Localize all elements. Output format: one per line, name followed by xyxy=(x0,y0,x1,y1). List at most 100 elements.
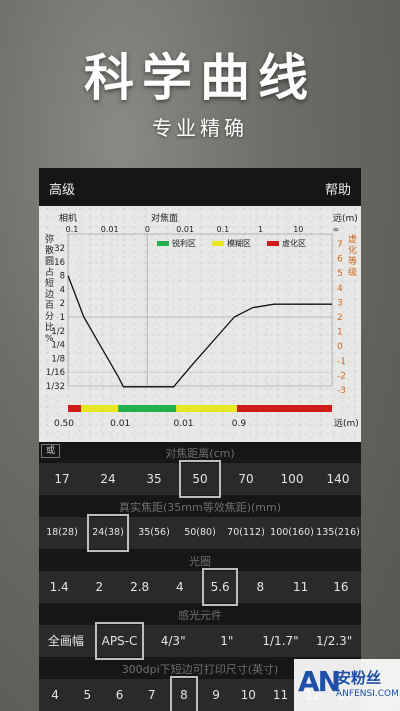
right-tick-label: 2 xyxy=(337,313,343,323)
focal-option[interactable]: 24(38) xyxy=(85,514,131,552)
right-tick-label: 4 xyxy=(337,284,343,294)
aperture-option[interactable]: 2.8 xyxy=(120,571,160,603)
bottom-tick-label: 0.50 xyxy=(54,419,74,429)
chart-svg: 相机 对焦面 远(m)0.1 0.01 0 0.01 0.1 1 10 ∞321684211/21… xyxy=(45,212,359,429)
right-tick-label: -3 xyxy=(337,386,346,396)
left-tick-label: 8 xyxy=(60,272,65,282)
focal-option[interactable]: 18(28) xyxy=(39,517,85,549)
right-tick-label: -2 xyxy=(337,371,346,381)
focus-distance-label: 对焦距离(cm) xyxy=(165,447,235,460)
left-ylabel-char: 比 xyxy=(45,321,54,333)
top-tick-label: 1 xyxy=(258,225,263,234)
top-tick-label: 0.01 xyxy=(176,225,194,234)
left-ylabel-char: 分 xyxy=(45,311,54,322)
sensor-option[interactable]: 全画幅 xyxy=(39,625,93,657)
focus-option[interactable]: 140 xyxy=(315,463,361,495)
advanced-button[interactable]: 高级 xyxy=(49,179,75,198)
right-ylabel-char: 等 xyxy=(348,255,357,267)
sensor-option[interactable]: 1/2.3" xyxy=(307,625,361,657)
sensor-label: 感光元件 xyxy=(178,609,222,622)
right-tick-label: 3 xyxy=(337,298,343,308)
top-tick-label: 0 xyxy=(145,225,150,234)
blur-curve xyxy=(67,275,332,388)
legend-label: 虚化区 xyxy=(282,238,306,248)
focus-option[interactable]: 70 xyxy=(223,463,269,495)
focus-option[interactable]: 17 xyxy=(39,463,85,495)
sensor-row: 全画幅 APS-C 4/3" 1" 1/1.7" 1/2.3" xyxy=(39,622,361,660)
left-ylabel-char: 弥 xyxy=(45,233,54,245)
right-tick-label: 7 xyxy=(337,240,343,250)
focus-option[interactable]: 24 xyxy=(85,463,131,495)
plot-frame xyxy=(67,233,333,387)
aperture-option[interactable]: 8 xyxy=(240,571,280,603)
right-tick-label: 0 xyxy=(337,342,343,352)
left-ylabel-char: % xyxy=(45,334,54,344)
legend-swatch xyxy=(157,241,169,246)
aperture-option[interactable]: 2 xyxy=(79,571,119,603)
left-tick-label: 4 xyxy=(60,285,65,295)
watermark-logo: AN 安粉丝 ANFENSI.COM xyxy=(294,659,400,711)
top-tick-label: ∞ xyxy=(333,225,340,234)
aperture-option[interactable]: 4 xyxy=(160,571,200,603)
focal-option[interactable]: 100(160) xyxy=(269,517,315,549)
focal-length-label: 真实焦距(35mm等效焦距)(mm) xyxy=(118,501,282,514)
legend-label: 锐利区 xyxy=(172,238,196,248)
left-tick-label: 1/16 xyxy=(46,368,65,378)
right-tick-label: 5 xyxy=(337,269,343,279)
focal-option[interactable]: 70(112) xyxy=(223,517,269,549)
left-ylabel-char: 百 xyxy=(45,300,54,311)
aperture-option[interactable]: 1.4 xyxy=(39,571,79,603)
aperture-option[interactable]: 5.6 xyxy=(200,568,240,606)
aperture-label: 光圈 xyxy=(189,555,211,568)
sensor-option[interactable]: APS-C xyxy=(93,622,147,660)
left-ylabel-char: 圆 xyxy=(45,256,54,267)
help-button[interactable]: 帮助 xyxy=(325,179,351,198)
print-option[interactable]: 11 xyxy=(264,679,296,711)
print-option[interactable]: 7 xyxy=(136,679,168,711)
right-tick-label: 1 xyxy=(337,328,343,338)
print-option[interactable]: 5 xyxy=(71,679,103,711)
bottom-tick-label: 0.01 xyxy=(110,419,130,429)
print-option[interactable]: 10 xyxy=(232,679,264,711)
aperture-option[interactable]: 16 xyxy=(321,571,361,603)
print-option[interactable]: 8 xyxy=(168,676,200,711)
sensor-option[interactable]: 1/1.7" xyxy=(254,625,308,657)
print-option[interactable]: 9 xyxy=(200,679,232,711)
sensor-option[interactable]: 4/3" xyxy=(146,625,200,657)
sensor-option[interactable]: 1" xyxy=(200,625,254,657)
hero-title: 科学曲线 xyxy=(84,49,316,107)
print-option[interactable]: 6 xyxy=(103,679,135,711)
zone-segment xyxy=(176,405,237,412)
right-ylabel-char: 虚 xyxy=(348,233,357,245)
watermark-an: AN xyxy=(298,665,341,698)
top-tick-label: 0.01 xyxy=(101,225,119,234)
legend-swatch xyxy=(212,241,224,246)
dof-chart: 相机 对焦面 远(m) 0.1 0.01 0 0.01 0.1 1 10 ∞ 32 16 8 4 2 1 1/2 1… xyxy=(39,206,361,442)
left-tick-label: 2 xyxy=(60,299,65,309)
zone-segment xyxy=(118,405,177,412)
focus-option[interactable]: 50 xyxy=(177,460,223,498)
focus-option[interactable]: 100 xyxy=(269,463,315,495)
focus-option[interactable]: 35 xyxy=(131,463,177,495)
bottom-axis-label: 远(m) xyxy=(334,418,359,429)
focal-option[interactable]: 135(216) xyxy=(315,517,361,549)
top-tick-label: 0.1 xyxy=(216,225,229,234)
right-tick-label: -1 xyxy=(337,357,346,367)
legend-swatch xyxy=(267,241,279,246)
left-ylabel-char: 短 xyxy=(45,277,54,289)
left-tick-label: 32 xyxy=(54,244,65,254)
top-axis-label-center: 对焦面 xyxy=(151,212,178,224)
focal-option[interactable]: 50(80) xyxy=(177,517,223,549)
zone-segment xyxy=(236,405,332,412)
watermark-en: ANFENSI.COM xyxy=(336,689,399,699)
top-axis-label-left: 相机 xyxy=(59,212,77,224)
left-ylabel-char: 边 xyxy=(45,289,54,300)
aperture-option[interactable]: 11 xyxy=(281,571,321,603)
print-option[interactable]: 4 xyxy=(39,679,71,711)
right-ylabel-char: 化 xyxy=(348,244,357,256)
left-tick-label: 16 xyxy=(54,258,65,268)
right-ylabel-char: 级 xyxy=(348,266,357,278)
top-bar: 高级 帮助 xyxy=(39,168,361,206)
focal-option[interactable]: 35(56) xyxy=(131,517,177,549)
left-tick-label: 1/8 xyxy=(51,354,65,364)
